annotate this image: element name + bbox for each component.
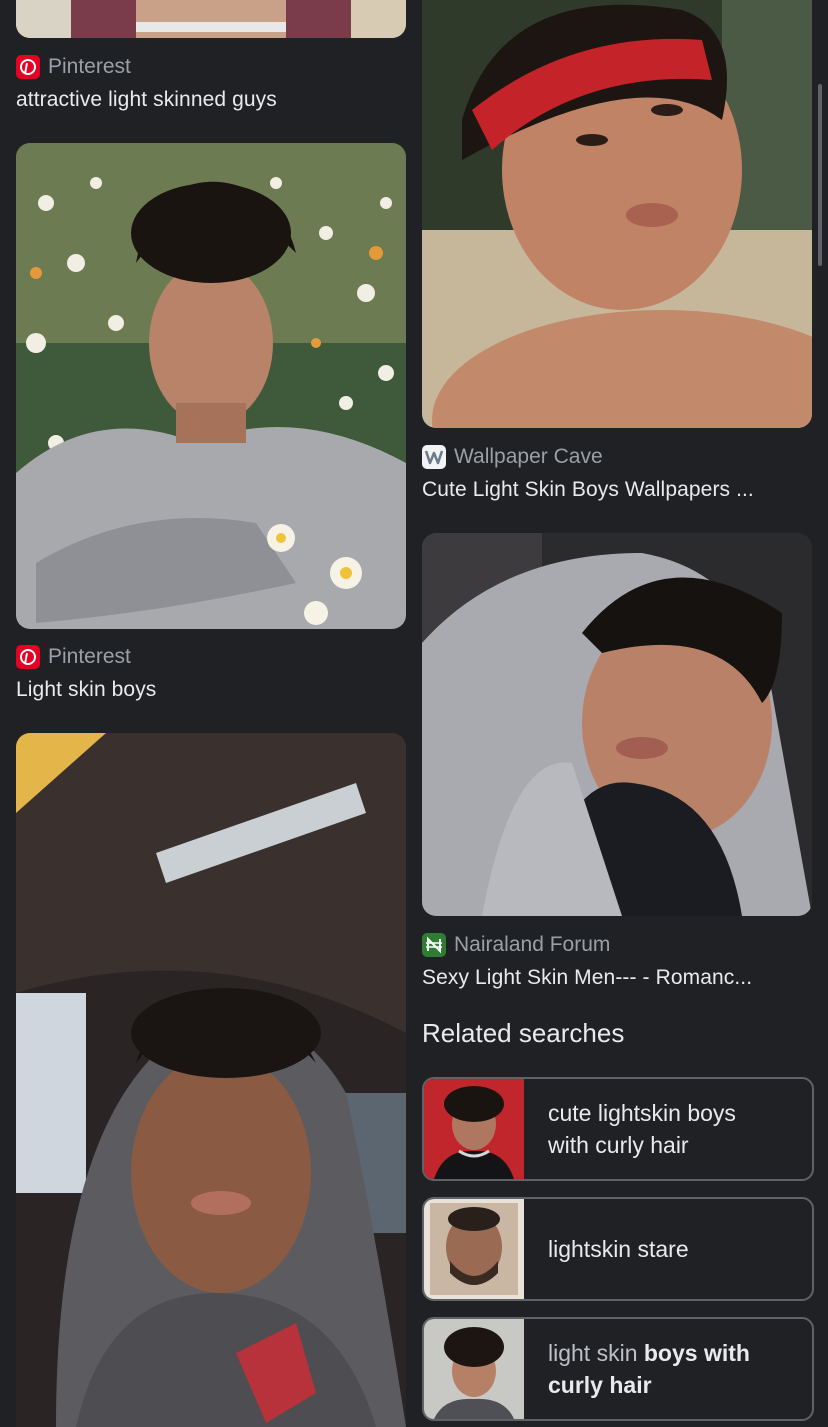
image-result-2[interactable] <box>16 143 406 629</box>
related-search-thumbnail <box>424 1079 524 1179</box>
source-name: Pinterest <box>48 645 131 668</box>
scrollbar-thumb[interactable] <box>818 84 822 266</box>
related-search-plain-text: light skin <box>548 1340 644 1366</box>
result-source[interactable]: Pinterest <box>16 644 131 670</box>
related-search-line: lightskin stare <box>548 1236 689 1262</box>
wallpaper-cave-icon <box>422 445 446 469</box>
related-search-line: cute lightskin boys <box>548 1100 736 1126</box>
result-title[interactable]: Cute Light Skin Boys Wallpapers ... <box>422 478 812 502</box>
source-name: Nairaland Forum <box>454 933 611 956</box>
related-search-line: with curly hair <box>548 1132 689 1158</box>
pinterest-icon <box>16 645 40 669</box>
image-result-3-thumbnail <box>16 733 406 1427</box>
related-search-bold-text: boys with <box>643 1340 750 1366</box>
result-title[interactable]: Light skin boys <box>16 678 406 702</box>
related-search-thumbnail <box>424 1199 524 1299</box>
image-result-3[interactable] <box>16 733 406 1427</box>
related-searches-heading: Related searches <box>422 1018 625 1048</box>
result-source[interactable]: Wallpaper Cave <box>422 444 603 470</box>
result-title[interactable]: attractive light skinned guys <box>16 88 406 112</box>
related-search-label: cute lightskin boys with curly hair <box>524 1097 798 1161</box>
nairaland-icon <box>422 933 446 957</box>
image-result-1[interactable] <box>16 0 406 38</box>
related-search-label: lightskin stare <box>524 1233 798 1265</box>
related-search-line: curly hair <box>548 1372 652 1398</box>
pinterest-icon <box>16 55 40 79</box>
related-search-thumbnail <box>424 1319 524 1419</box>
image-result-4-thumbnail <box>422 0 812 428</box>
source-name: Wallpaper Cave <box>454 445 603 468</box>
image-result-4[interactable] <box>422 0 812 428</box>
image-result-2-thumbnail <box>16 143 406 629</box>
related-search-lightskin-stare[interactable]: lightskin stare <box>422 1197 814 1301</box>
related-search-line: light skin boys with <box>548 1337 798 1369</box>
image-result-5-thumbnail <box>422 533 812 916</box>
related-search-cute-lightskin-boys[interactable]: cute lightskin boys with curly hair <box>422 1077 814 1181</box>
source-name: Pinterest <box>48 55 131 78</box>
related-search-label: light skin boys with curly hair <box>524 1337 798 1401</box>
related-search-light-skin-boys-curly-hair[interactable]: light skin boys with curly hair <box>422 1317 814 1421</box>
result-title[interactable]: Sexy Light Skin Men--- - Romanc... <box>422 966 812 990</box>
result-source[interactable]: Nairaland Forum <box>422 932 610 958</box>
image-result-1-thumbnail <box>16 0 406 38</box>
result-source[interactable]: Pinterest <box>16 54 131 80</box>
image-result-5[interactable] <box>422 533 812 916</box>
